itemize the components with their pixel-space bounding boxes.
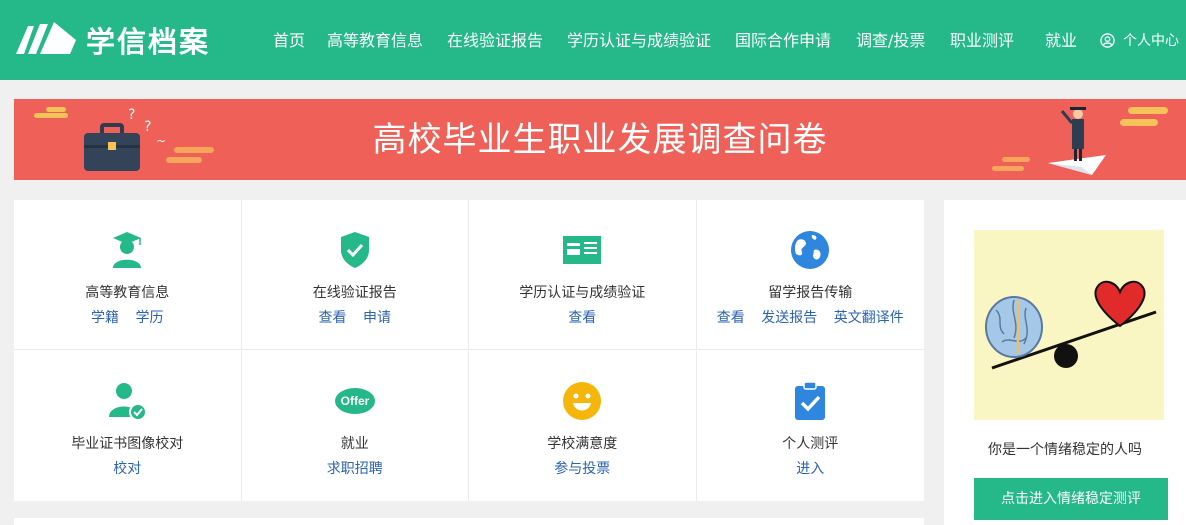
survey-banner[interactable]: ? ? ~ 高校毕业生职业发展调查问卷 [14, 99, 1186, 180]
user-circle-icon[interactable] [1100, 33, 1115, 48]
smile-icon [563, 382, 602, 420]
next-section-edge [14, 518, 924, 525]
graduate-icon [113, 232, 142, 268]
id-card-icon [563, 236, 602, 264]
service-card-degree-certification: 学历认证与成绩验证 查看 [469, 200, 697, 350]
link-apply[interactable]: 申请 [363, 310, 391, 326]
service-title: 学历认证与成绩验证 [519, 285, 646, 301]
link-view[interactable]: 查看 [717, 310, 745, 326]
link-view[interactable]: 查看 [568, 310, 596, 326]
service-title: 留学报告传输 [768, 285, 853, 301]
offer-icon-label: Offer [340, 394, 369, 408]
link-english-translation[interactable]: 英文翻译件 [834, 310, 904, 326]
logo-text[interactable]: 学信档案 [86, 22, 210, 62]
link-view[interactable]: 查看 [319, 310, 347, 326]
user-check-icon [109, 383, 148, 421]
link-vote[interactable]: 参与投票 [554, 461, 610, 477]
brain-heart-balance-icon [985, 280, 1157, 370]
service-card-certificate-image-proofread: 毕业证书图像校对 校对 [14, 351, 242, 501]
service-title: 学校满意度 [547, 436, 618, 452]
nav-higher-education-info[interactable]: 高等教育信息 [327, 28, 423, 54]
nav-career-assessment[interactable]: 职业测评 [950, 28, 1014, 54]
nav-international-cooperation[interactable]: 国际合作申请 [735, 28, 831, 54]
globe-icon [791, 231, 830, 269]
cloud-decoration-icon [1120, 107, 1168, 126]
offer-icon: Offer [334, 388, 375, 414]
top-header: 学信档案 首页 高等教育信息 在线验证报告 学历认证与成绩验证 国际合作申请 调… [0, 0, 1186, 80]
link-student-status[interactable]: 学籍 [91, 310, 119, 326]
shield-check-icon [340, 232, 369, 268]
emotional-stability-card: 你是一个情绪稳定的人吗 点击进入情绪稳定测评 [944, 200, 1186, 525]
user-center-link[interactable]: 个人中心 [1123, 28, 1179, 54]
banner-title: 高校毕业生职业发展调查问卷 [372, 120, 828, 160]
link-degree[interactable]: 学历 [135, 310, 163, 326]
service-title: 毕业证书图像校对 [71, 436, 184, 452]
service-card-online-verification: 在线验证报告 查看 申请 [241, 200, 469, 350]
service-card-personal-assessment: 个人测评 进入 [697, 351, 925, 501]
nav-survey-vote[interactable]: 调查/投票 [856, 28, 925, 54]
service-card-employment: Offer 就业 求职招聘 [242, 351, 469, 501]
nav-employment[interactable]: 就业 [1045, 28, 1077, 54]
cloud-decoration-icon [992, 157, 1030, 171]
service-title: 高等教育信息 [85, 285, 170, 301]
service-title: 就业 [340, 436, 369, 452]
emotional-test-button[interactable]: 点击进入情绪稳定测评 [974, 478, 1168, 520]
promo-text: 你是一个情绪稳定的人吗 [988, 442, 1142, 458]
services-panel: 高等教育信息 学籍 学历 在线验证报告 查看 申请 学历认证与成绩验证 查看 留… [14, 200, 924, 501]
service-title: 在线验证报告 [312, 285, 397, 301]
promo-illustration[interactable] [974, 230, 1164, 420]
link-send-report[interactable]: 发送报告 [761, 310, 817, 326]
nav-online-verification-report[interactable]: 在线验证报告 [447, 28, 543, 54]
logo-icon[interactable] [14, 20, 76, 60]
link-enter[interactable]: 进入 [796, 461, 824, 477]
link-proofread[interactable]: 校对 [113, 461, 141, 477]
service-card-higher-education-info: 高等教育信息 学籍 学历 [14, 200, 242, 350]
service-card-school-satisfaction: 学校满意度 参与投票 [469, 351, 697, 501]
service-title: 个人测评 [782, 436, 839, 452]
link-job-recruitment[interactable]: 求职招聘 [327, 461, 383, 477]
graduate-on-paper-plane-icon [1048, 107, 1106, 175]
service-card-study-abroad-report: 留学报告传输 查看 发送报告 英文翻译件 [696, 200, 924, 350]
clipboard-check-icon [795, 381, 826, 420]
nav-home[interactable]: 首页 [273, 28, 305, 54]
nav-degree-certification[interactable]: 学历认证与成绩验证 [567, 28, 711, 54]
